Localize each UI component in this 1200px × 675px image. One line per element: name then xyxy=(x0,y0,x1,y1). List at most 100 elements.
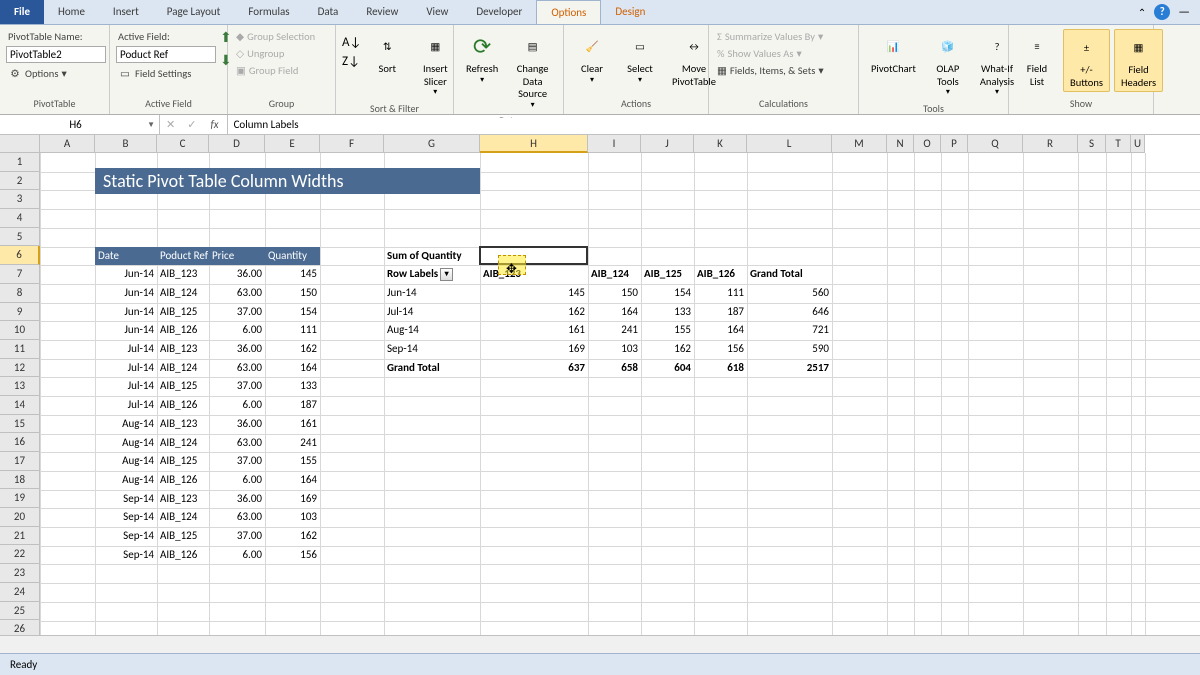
cell-I9[interactable]: 164 xyxy=(588,303,641,322)
cell-B7[interactable]: Jun-14 xyxy=(95,265,157,284)
tab-home[interactable]: Home xyxy=(44,0,99,24)
cell-C18[interactable]: AIB_126 xyxy=(157,471,209,490)
col-header-H[interactable]: H xyxy=(480,135,588,153)
options-button[interactable]: ⚙Options ▾ xyxy=(6,65,69,81)
tab-data[interactable]: Data xyxy=(304,0,353,24)
cell-D6[interactable]: Price xyxy=(209,247,265,266)
row-header-2[interactable]: 2 xyxy=(0,172,40,191)
col-header-U[interactable]: U xyxy=(1131,135,1145,153)
row-header-23[interactable]: 23 xyxy=(0,564,40,583)
col-header-N[interactable]: N xyxy=(887,135,914,153)
title-cell[interactable]: Static Pivot Table Column Widths xyxy=(95,168,480,194)
cell-C12[interactable]: AIB_124 xyxy=(157,359,209,378)
cell-G12[interactable]: Grand Total xyxy=(384,359,480,378)
cell-J11[interactable]: 162 xyxy=(641,340,694,359)
cell-C20[interactable]: AIB_124 xyxy=(157,508,209,527)
cell-K9[interactable]: 187 xyxy=(694,303,747,322)
cell-B19[interactable]: Sep-14 xyxy=(95,490,157,509)
tab-file[interactable]: File xyxy=(0,0,44,24)
col-header-A[interactable]: A xyxy=(40,135,95,153)
cell-H8[interactable]: 145 xyxy=(480,284,588,303)
col-header-C[interactable]: C xyxy=(157,135,209,153)
tab-developer[interactable]: Developer xyxy=(462,0,536,24)
cell-K11[interactable]: 156 xyxy=(694,340,747,359)
cell-H9[interactable]: 162 xyxy=(480,303,588,322)
cell-D10[interactable]: 6.00 xyxy=(209,321,265,340)
cell-G6[interactable]: Sum of Quantity xyxy=(384,247,480,266)
cell-E13[interactable]: 133 xyxy=(265,377,320,396)
col-header-S[interactable]: S xyxy=(1078,135,1106,153)
help-icon[interactable]: ? xyxy=(1154,4,1170,20)
clear-button[interactable]: 🧹Clear▾ xyxy=(570,29,614,87)
cell-K7[interactable]: AIB_126 xyxy=(694,265,747,284)
row-header-16[interactable]: 16 xyxy=(0,433,40,452)
name-box-dropdown-icon[interactable]: ▼ xyxy=(147,120,155,130)
cell-I7[interactable]: AIB_124 xyxy=(588,265,641,284)
cell-I10[interactable]: 241 xyxy=(588,321,641,340)
cell-B9[interactable]: Jun-14 xyxy=(95,303,157,322)
cell-B12[interactable]: Jul-14 xyxy=(95,359,157,378)
cell-C21[interactable]: AIB_125 xyxy=(157,527,209,546)
row-header-14[interactable]: 14 xyxy=(0,396,40,415)
fx-icon[interactable]: fx xyxy=(202,115,227,134)
plus-minus-buttons-button[interactable]: ±+/- Buttons xyxy=(1063,29,1110,92)
col-header-B[interactable]: B xyxy=(95,135,157,153)
row-header-8[interactable]: 8 xyxy=(0,284,40,303)
row-header-11[interactable]: 11 xyxy=(0,340,40,359)
cell-L11[interactable]: 590 xyxy=(747,340,832,359)
cell-E19[interactable]: 169 xyxy=(265,490,320,509)
cell-G11[interactable]: Sep-14 xyxy=(384,340,480,359)
cell-C15[interactable]: AIB_123 xyxy=(157,415,209,434)
cell-C14[interactable]: AIB_126 xyxy=(157,396,209,415)
cell-I12[interactable]: 658 xyxy=(588,359,641,378)
col-header-G[interactable]: G xyxy=(384,135,480,153)
name-box-input[interactable] xyxy=(4,118,147,131)
cell-D15[interactable]: 36.00 xyxy=(209,415,265,434)
cell-G10[interactable]: Aug-14 xyxy=(384,321,480,340)
field-headers-button[interactable]: ▦Field Headers xyxy=(1114,29,1163,92)
cell-L10[interactable]: 721 xyxy=(747,321,832,340)
select-button[interactable]: ▭Select▾ xyxy=(618,29,662,87)
cell-C8[interactable]: AIB_124 xyxy=(157,284,209,303)
cell-C6[interactable]: Poduct Ref xyxy=(157,247,209,266)
row-header-6[interactable]: 6 xyxy=(0,246,40,265)
cell-B11[interactable]: Jul-14 xyxy=(95,340,157,359)
col-header-R[interactable]: R xyxy=(1023,135,1078,153)
cell-E22[interactable]: 156 xyxy=(265,546,320,565)
row-header-20[interactable]: 20 xyxy=(0,508,40,527)
cell-J9[interactable]: 133 xyxy=(641,303,694,322)
pivotchart-button[interactable]: 📊PivotChart xyxy=(865,29,922,78)
cell-D19[interactable]: 36.00 xyxy=(209,490,265,509)
row-header-13[interactable]: 13 xyxy=(0,377,40,396)
row-header-5[interactable]: 5 xyxy=(0,228,40,247)
cell-C16[interactable]: AIB_124 xyxy=(157,434,209,453)
cell-D21[interactable]: 37.00 xyxy=(209,527,265,546)
tab-page-layout[interactable]: Page Layout xyxy=(153,0,235,24)
col-header-K[interactable]: K xyxy=(694,135,747,153)
cell-L12[interactable]: 2517 xyxy=(747,359,832,378)
cell-L8[interactable]: 560 xyxy=(747,284,832,303)
cell-D11[interactable]: 36.00 xyxy=(209,340,265,359)
cell-L9[interactable]: 646 xyxy=(747,303,832,322)
cell-K12[interactable]: 618 xyxy=(694,359,747,378)
cell-H6[interactable]: Column Labels▾ xyxy=(480,247,588,266)
cell-B8[interactable]: Jun-14 xyxy=(95,284,157,303)
cell-J10[interactable]: 155 xyxy=(641,321,694,340)
cell-G7[interactable]: Row Labels▾ xyxy=(384,265,480,284)
tab-view[interactable]: View xyxy=(412,0,462,24)
cell-B15[interactable]: Aug-14 xyxy=(95,415,157,434)
cell-E12[interactable]: 164 xyxy=(265,359,320,378)
cell-D9[interactable]: 37.00 xyxy=(209,303,265,322)
cell-C10[interactable]: AIB_126 xyxy=(157,321,209,340)
cell-B22[interactable]: Sep-14 xyxy=(95,546,157,565)
cell-B10[interactable]: Jun-14 xyxy=(95,321,157,340)
col-header-D[interactable]: D xyxy=(209,135,265,153)
cell-B14[interactable]: Jul-14 xyxy=(95,396,157,415)
col-header-E[interactable]: E xyxy=(265,135,320,153)
cell-D14[interactable]: 6.00 xyxy=(209,396,265,415)
cell-D16[interactable]: 63.00 xyxy=(209,434,265,453)
column-labels-dropdown-icon[interactable]: ▾ xyxy=(551,249,564,262)
col-header-L[interactable]: L xyxy=(747,135,832,153)
cell-J7[interactable]: AIB_125 xyxy=(641,265,694,284)
col-header-I[interactable]: I xyxy=(588,135,641,153)
